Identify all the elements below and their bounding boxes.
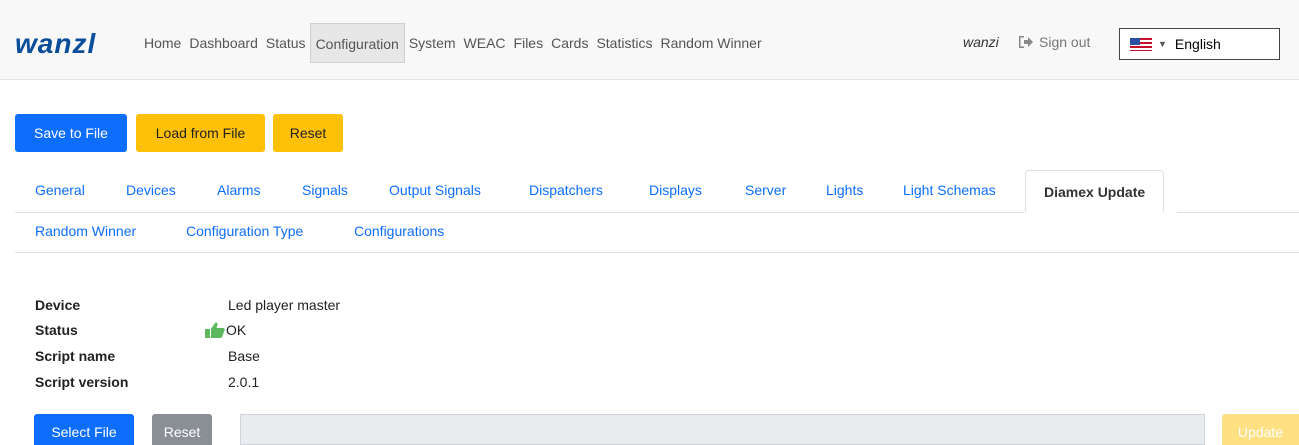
current-user: wanzi <box>963 34 999 50</box>
nav-link-random-winner[interactable]: Random Winner <box>656 23 765 63</box>
nav-link-configuration[interactable]: Configuration <box>309 23 405 63</box>
tab-configurations[interactable]: Configurations <box>354 223 444 239</box>
tab-server[interactable]: Server <box>745 182 786 198</box>
wanzl-logo[interactable]: wanzl <box>15 30 96 58</box>
nav-link-cards[interactable]: Cards <box>547 23 592 63</box>
status-value: OK <box>226 322 247 338</box>
update-button[interactable]: Update <box>1222 414 1299 445</box>
reset-file-button[interactable]: Reset <box>152 414 212 445</box>
script-name-value: Base <box>228 348 260 364</box>
nav-link-files[interactable]: Files <box>510 23 548 63</box>
sign-out-icon <box>1019 36 1033 48</box>
nav-link-dashboard[interactable]: Dashboard <box>185 23 262 63</box>
top-navbar: wanzl Home Dashboard Status Configuratio… <box>0 0 1299 80</box>
select-file-button[interactable]: Select File <box>34 414 134 445</box>
tab-signals[interactable]: Signals <box>302 182 348 198</box>
selected-file-field[interactable] <box>240 414 1205 445</box>
tab-displays[interactable]: Displays <box>649 182 702 198</box>
thumbs-up-icon <box>205 322 225 338</box>
nav-link-home[interactable]: Home <box>140 23 185 63</box>
signout-link[interactable]: Sign out <box>1018 34 1090 50</box>
tab-configuration-type[interactable]: Configuration Type <box>186 223 303 239</box>
tab-dispatchers[interactable]: Dispatchers <box>529 182 603 198</box>
load-from-file-button[interactable]: Load from File <box>136 114 265 152</box>
tab-alarms[interactable]: Alarms <box>217 182 261 198</box>
tab-devices[interactable]: Devices <box>126 182 176 198</box>
tab-light-schemas[interactable]: Light Schemas <box>903 182 996 198</box>
save-to-file-button[interactable]: Save to File <box>15 114 127 152</box>
tab-divider <box>15 252 1299 253</box>
signout-label: Sign out <box>1039 34 1091 50</box>
device-value: Led player master <box>228 297 341 313</box>
nav-link-weac[interactable]: WEAC <box>460 23 510 63</box>
script-version-value: 2.0.1 <box>228 374 260 390</box>
tab-output-signals[interactable]: Output Signals <box>389 182 481 198</box>
nav-link-system[interactable]: System <box>405 23 460 63</box>
language-label: English <box>1174 36 1221 52</box>
tab-divider <box>1177 212 1299 213</box>
tab-diamex-update[interactable]: Diamex Update <box>1025 170 1165 212</box>
us-flag-icon <box>1130 37 1152 51</box>
main-nav: Home Dashboard Status Configuration Syst… <box>140 23 766 63</box>
tab-random-winner[interactable]: Random Winner <box>35 223 136 239</box>
tab-general[interactable]: General <box>35 182 85 198</box>
tab-lights[interactable]: Lights <box>826 182 863 198</box>
caret-down-icon: ▼ <box>1158 39 1167 49</box>
status-label: Status <box>35 322 78 338</box>
nav-link-statistics[interactable]: Statistics <box>592 23 656 63</box>
language-select[interactable]: ▼ English <box>1119 28 1280 60</box>
script-name-label: Script name <box>35 348 116 364</box>
tab-divider <box>15 212 1025 213</box>
reset-config-button[interactable]: Reset <box>273 114 343 152</box>
device-label: Device <box>35 297 81 313</box>
nav-link-status[interactable]: Status <box>262 23 310 63</box>
script-version-label: Script version <box>35 374 129 390</box>
